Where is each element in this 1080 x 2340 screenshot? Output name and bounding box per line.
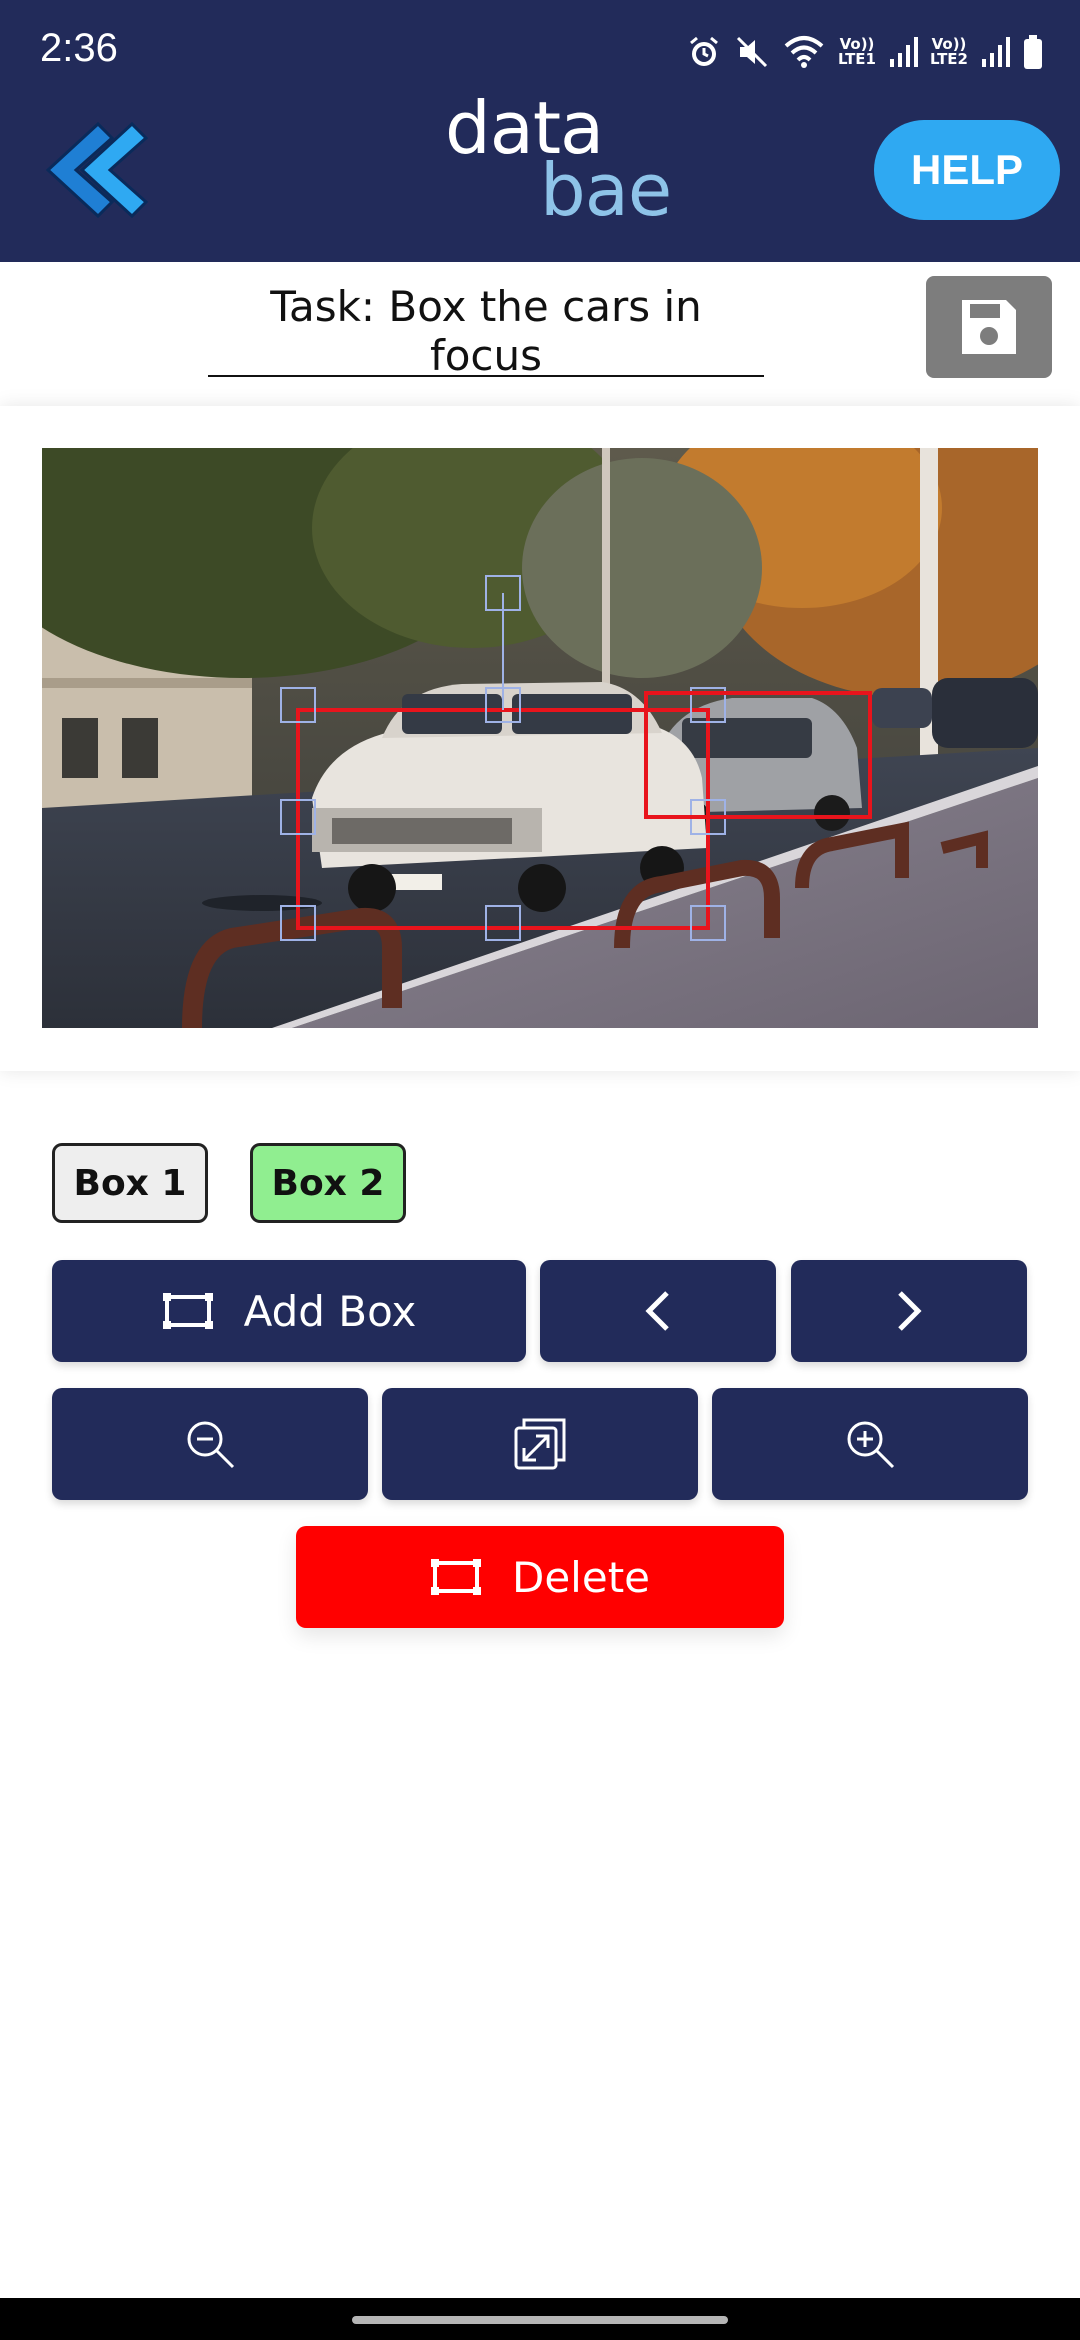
annotation-photo[interactable] — [42, 448, 1038, 1028]
chevron-right-icon — [898, 1291, 922, 1331]
zoom-in-icon — [847, 1421, 895, 1469]
status-time: 2:36 — [40, 26, 118, 70]
delete-label: Delete — [512, 1552, 650, 1602]
lte2-indicator: Vo)) LTE2 — [930, 37, 968, 67]
task-underline — [208, 375, 764, 377]
zoom-out-button[interactable] — [52, 1388, 368, 1500]
home-gesture-handle[interactable] — [352, 2316, 728, 2324]
app-header: 2:36 Vo)) LTE1 Vo)) LTE2 data bae HELP — [0, 0, 1080, 262]
box-2-chip[interactable]: Box 2 — [250, 1143, 406, 1223]
add-box-label: Add Box — [243, 1286, 417, 1336]
chevron-left-icon — [645, 1291, 669, 1331]
previous-box-button[interactable] — [540, 1260, 776, 1362]
add-box-button[interactable]: Add Box — [52, 1260, 526, 1362]
logo-bae-text: bae — [540, 148, 672, 232]
save-floppy-icon — [962, 300, 1016, 354]
lte1-indicator: Vo)) LTE1 — [838, 37, 876, 67]
box-1-chip[interactable]: Box 1 — [52, 1143, 208, 1223]
mute-icon — [736, 36, 768, 68]
next-box-button[interactable] — [791, 1260, 1027, 1362]
street-photo-illustration — [42, 448, 1038, 1028]
help-button[interactable]: HELP — [874, 120, 1060, 220]
save-button[interactable] — [926, 276, 1052, 378]
delete-box-button[interactable]: Delete — [296, 1526, 784, 1628]
rectangle-icon — [162, 1293, 213, 1329]
alarm-icon — [690, 36, 718, 66]
back-double-chevron-icon[interactable] — [40, 118, 150, 222]
lte2-bottom-label: LTE2 — [930, 50, 968, 68]
zoom-in-button[interactable] — [712, 1388, 1028, 1500]
fit-to-screen-button[interactable] — [382, 1388, 698, 1500]
battery-icon — [1024, 35, 1042, 69]
status-icons: Vo)) LTE1 Vo)) LTE2 — [686, 30, 1044, 74]
lte1-bottom-label: LTE1 — [838, 50, 876, 68]
rectangle-icon — [431, 1559, 481, 1595]
task-title: Task: Box the cars in focus — [270, 282, 702, 380]
zoom-out-icon — [187, 1421, 235, 1469]
wifi-icon — [784, 36, 824, 68]
expand-icon — [514, 1418, 566, 1470]
signal-icon-2 — [982, 37, 1010, 67]
signal-icon-1 — [890, 37, 918, 67]
